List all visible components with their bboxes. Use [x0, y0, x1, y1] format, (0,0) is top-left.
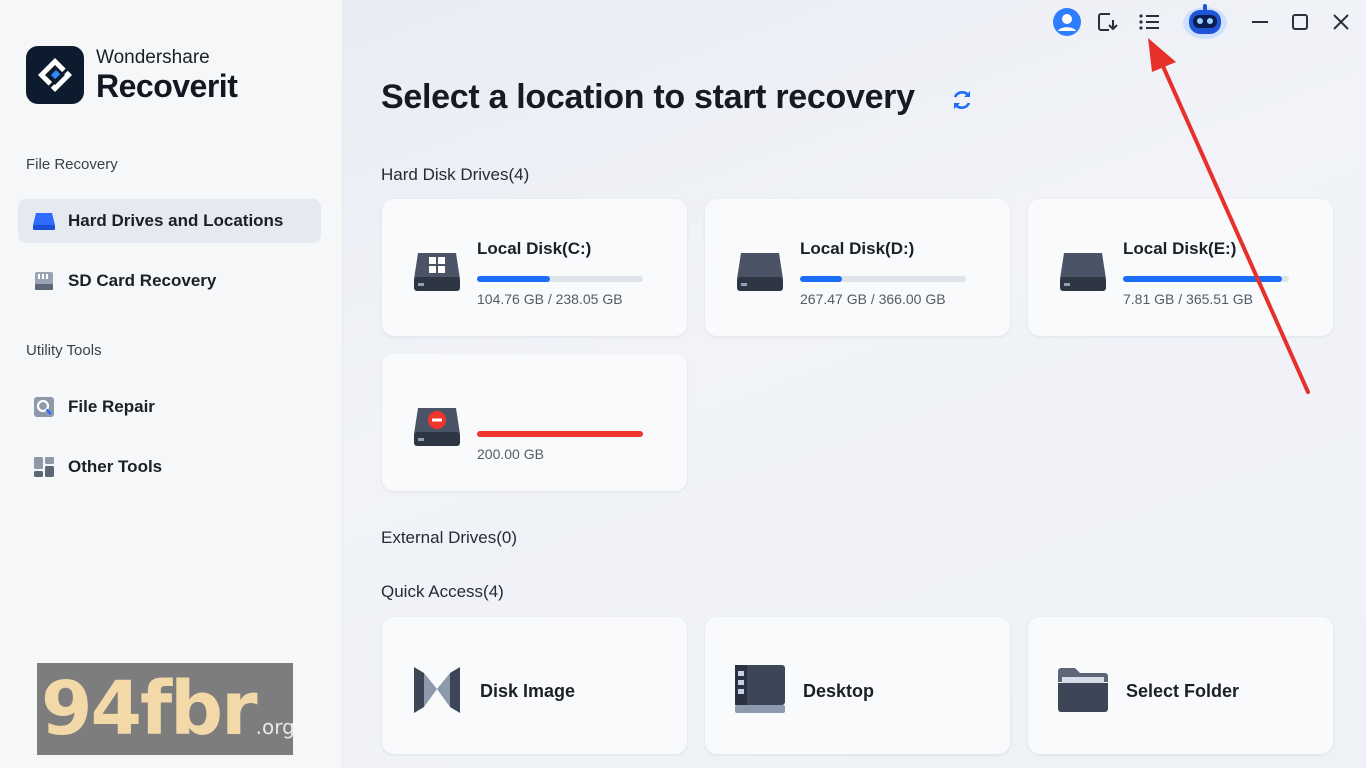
recoverit-logo-icon	[26, 46, 84, 104]
watermark-tld: .org	[255, 715, 293, 739]
sidebar-item-file-repair[interactable]: File Repair	[18, 385, 321, 429]
menu-list-icon[interactable]	[1133, 6, 1165, 38]
disk-size: 267.47 GB / 366.00 GB	[800, 291, 946, 307]
disk-card-e[interactable]: Local Disk(E:) 7.81 GB / 365.51 GB	[1028, 199, 1333, 336]
quick-access-desktop[interactable]: Desktop	[705, 617, 1010, 754]
disk-usage-fill	[477, 276, 551, 282]
sidebar-item-label: File Repair	[68, 397, 155, 416]
section-utility-tools: Utility Tools	[26, 342, 102, 359]
watermark: 94fbr.org	[37, 663, 293, 755]
close-icon[interactable]	[1325, 6, 1357, 38]
robot-assistant-icon[interactable]	[1175, 0, 1235, 42]
disk-name: Local Disk(E:)	[1123, 239, 1237, 258]
desktop-icon	[733, 663, 787, 715]
external-drives-label: External Drives(0)	[381, 528, 518, 547]
main-panel: Select a location to start recovery Hard…	[343, 0, 1366, 768]
sidebar-item-hard-drives[interactable]: Hard Drives and Locations	[18, 199, 321, 243]
disk-name: Local Disk(C:)	[477, 239, 592, 258]
lost-partition-disk-icon	[412, 402, 462, 450]
windows-disk-icon	[412, 247, 462, 295]
sidebar-item-label: Hard Drives and Locations	[68, 211, 284, 230]
grid-tools-icon	[32, 455, 56, 479]
maximize-icon[interactable]	[1284, 6, 1316, 38]
disk-size: 200.00 GB	[477, 446, 544, 462]
hard-drive-icon	[32, 209, 56, 233]
disk-icon	[735, 247, 785, 295]
section-file-recovery: File Recovery	[26, 156, 118, 173]
quick-access-label-text: Desktop	[803, 681, 875, 701]
export-icon[interactable]	[1091, 6, 1123, 38]
quick-access-label-text: Disk Image	[480, 681, 576, 701]
disk-image-icon	[410, 663, 464, 715]
file-repair-icon	[32, 395, 56, 419]
minimize-icon[interactable]	[1244, 6, 1276, 38]
disk-usage-bar	[800, 276, 966, 282]
disk-usage-fill	[800, 276, 842, 282]
disk-name: Local Disk(D:)	[800, 239, 915, 258]
quick-access-select-folder[interactable]: Select Folder	[1028, 617, 1333, 754]
user-account-icon[interactable]	[1051, 6, 1083, 38]
product-name: Recoverit	[96, 68, 238, 104]
sidebar-item-label: SD Card Recovery	[68, 271, 217, 290]
quick-access-label: Quick Access(4)	[381, 582, 504, 601]
page-title: Select a location to start recovery	[381, 78, 915, 116]
folder-icon	[1056, 663, 1110, 715]
disk-icon	[1058, 247, 1108, 295]
disk-card-c[interactable]: Local Disk(C:) 104.76 GB / 238.05 GB	[382, 199, 687, 336]
disk-usage-fill	[477, 431, 643, 437]
sidebar-item-other-tools[interactable]: Other Tools	[18, 445, 321, 489]
disk-size: 104.76 GB / 238.05 GB	[477, 291, 623, 307]
disk-card-lost-partition[interactable]: 200.00 GB	[382, 354, 687, 491]
brand-name: Wondershare	[96, 47, 210, 68]
sidebar-item-label: Other Tools	[68, 457, 163, 476]
disk-size: 7.81 GB / 365.51 GB	[1123, 291, 1253, 307]
disk-usage-bar	[477, 276, 643, 282]
watermark-main: 94fbr	[41, 666, 258, 752]
quick-access-label-text: Select Folder	[1126, 681, 1240, 701]
refresh-icon[interactable]	[950, 88, 974, 112]
quick-access-disk-image[interactable]: Disk Image	[382, 617, 687, 754]
disk-card-d[interactable]: Local Disk(D:) 267.47 GB / 366.00 GB	[705, 199, 1010, 336]
hard-disk-drives-label: Hard Disk Drives(4)	[381, 165, 530, 184]
sd-card-icon	[32, 269, 56, 293]
disk-usage-fill	[1123, 276, 1283, 282]
disk-usage-bar	[477, 431, 643, 437]
app-logo: Wondershare Recoverit	[26, 46, 238, 104]
disk-usage-bar	[1123, 276, 1289, 282]
sidebar: Wondershare Recoverit File Recovery Hard…	[0, 0, 343, 768]
sidebar-item-sd-card[interactable]: SD Card Recovery	[18, 259, 321, 303]
